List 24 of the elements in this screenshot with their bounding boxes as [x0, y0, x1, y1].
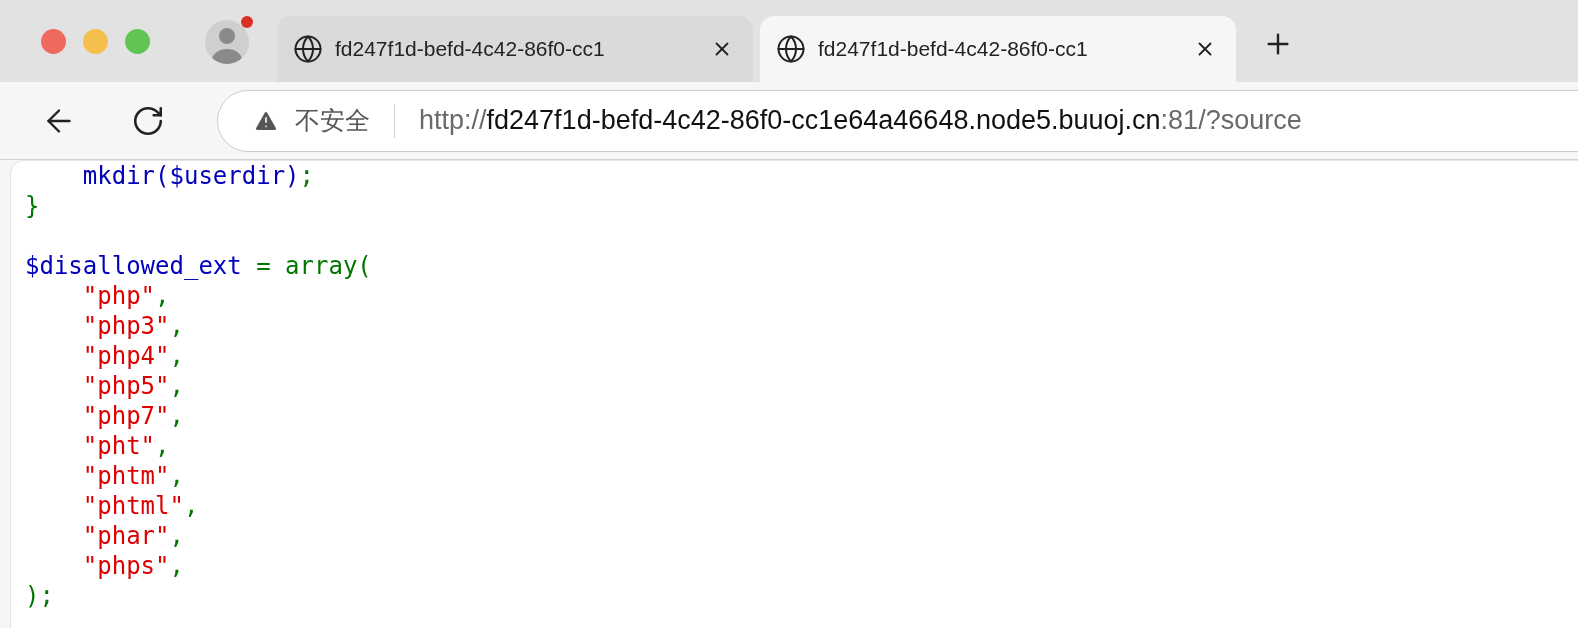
code-line: "php",: [81, 281, 170, 311]
code-line: "php5",: [81, 371, 184, 401]
tab-title: fd247f1d-befd-4c42-86f0-cc1: [818, 36, 1089, 63]
code-line: "php3",: [81, 311, 184, 341]
code-line: mkdir($userdir);: [81, 161, 314, 191]
code-line: "phps",: [81, 551, 184, 581]
code-line: "phtm",: [81, 461, 184, 491]
code-line: "phar",: [81, 521, 184, 551]
tab-title: fd247f1d-befd-4c42-86f0-cc1: [335, 36, 606, 63]
code-line: "pht",: [81, 431, 170, 461]
code-line: "php4",: [81, 341, 184, 371]
security-label: 不安全: [295, 104, 370, 136]
profile-avatar[interactable]: [205, 20, 249, 64]
code-line: $disallowed_ext = array(: [25, 251, 372, 281]
globe-icon: [293, 34, 323, 64]
browser-tab[interactable]: fd247f1d-befd-4c42-86f0-cc1: [277, 16, 753, 82]
globe-icon: [776, 34, 806, 64]
code-line: "php7",: [81, 401, 184, 431]
code-line: );: [25, 581, 54, 611]
browser-tab[interactable]: fd247f1d-befd-4c42-86f0-cc1: [760, 16, 1236, 82]
code-line: }: [25, 191, 40, 221]
url-text: http://fd247f1d-befd-4c42-86f0-cc1e64a46648.node5.buuoj.cn:81/?source: [419, 104, 1302, 138]
code-line: "phtml",: [81, 491, 199, 521]
address-bar[interactable]: 不安全 http://fd247f1d-befd-4c42-86f0-cc1e64a46648.node5.buuoj.cn:81/?source: [217, 89, 1578, 152]
